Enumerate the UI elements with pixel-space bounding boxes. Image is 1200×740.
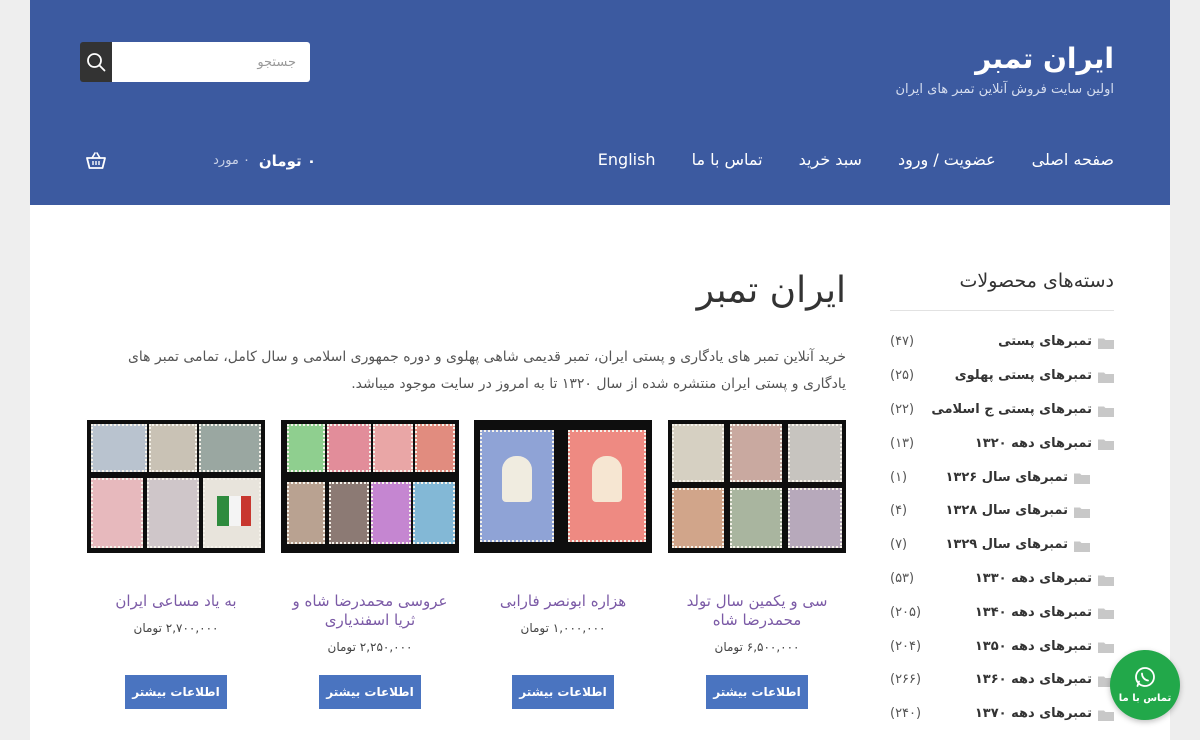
category-count: (۲۵): [890, 368, 915, 384]
category-count: (۱۳): [890, 435, 915, 451]
category-item[interactable]: (۲۶۶) تمبرهای دهه ۱۳۶۰: [890, 663, 1114, 697]
product-price: ۱,۰۰۰,۰۰۰ تومان: [520, 621, 606, 635]
search-button[interactable]: [80, 42, 112, 82]
product-image[interactable]: [668, 420, 846, 553]
category-label[interactable]: تمبرهای دهه ۱۳۵۰: [975, 639, 1092, 654]
product-card: به یاد مساعی ایران ۲,۷۰۰,۰۰۰ تومان اطلاع…: [87, 420, 265, 720]
folder-icon: [1098, 406, 1114, 417]
category-item[interactable]: (۱۳) تمبرهای دهه ۱۳۲۰: [890, 426, 1114, 460]
nav-english[interactable]: English: [598, 150, 656, 169]
category-count: (۵۳): [890, 570, 915, 586]
more-info-button[interactable]: اطلاعات بیشتر: [319, 675, 421, 709]
basket-icon[interactable]: [86, 152, 106, 170]
folder-icon: [1098, 575, 1114, 586]
category-item[interactable]: (۵۳) تمبرهای دهه ۱۳۳۰: [890, 562, 1114, 596]
nav-cart[interactable]: سبد خرید: [799, 150, 862, 169]
nav-login-register[interactable]: عضویت / ورود: [898, 150, 996, 169]
product-image[interactable]: [474, 420, 652, 553]
category-list: (۴۷) تمبرهای پستی (۲۵) تمبرهای پستی پهلو…: [890, 325, 1114, 731]
category-count: (۴۷): [890, 334, 915, 350]
folder-icon: [1098, 710, 1114, 721]
category-label[interactable]: تمبرهای دهه ۱۳۳۰: [975, 571, 1092, 586]
page-description: خرید آنلاین تمبر های یادگاری و پستی ایرا…: [127, 349, 846, 392]
category-label[interactable]: تمبرهای دهه ۱۳۶۰: [975, 672, 1092, 687]
category-count: (۲۴۰): [890, 706, 922, 722]
category-label[interactable]: تمبرهای پستی: [998, 334, 1092, 349]
category-count: (۱): [890, 469, 908, 485]
whatsapp-label: تماس با ما: [1118, 693, 1172, 704]
search-form: [80, 42, 310, 82]
product-title[interactable]: عروسی محمدرضا شاه و ثریا اسفندیاری: [281, 592, 459, 630]
folder-icon: [1074, 541, 1090, 552]
whatsapp-contact-button[interactable]: تماس با ما: [1110, 650, 1180, 720]
product-price: ۶,۵۰۰,۰۰۰ تومان: [714, 640, 800, 654]
category-item[interactable]: (۲۰۵) تمبرهای دهه ۱۳۴۰: [890, 595, 1114, 629]
site-title[interactable]: ایران تمبر: [975, 42, 1114, 75]
category-count: (۲۰۵): [890, 604, 922, 620]
sidebar-title: دسته‌های محصولات: [890, 270, 1114, 311]
search-icon: [87, 53, 106, 72]
folder-icon: [1098, 608, 1114, 620]
category-label[interactable]: تمبرهای سال ۱۳۲۹: [945, 537, 1068, 552]
category-count: (۷): [890, 537, 908, 553]
category-count: (۴): [890, 503, 908, 519]
product-card: عروسی محمدرضا شاه و ثریا اسفندیاری ۲,۲۵۰…: [281, 420, 459, 720]
product-price: ۲,۲۵۰,۰۰۰ تومان: [327, 640, 413, 654]
cart-count[interactable]: ۰ مورد: [213, 153, 250, 168]
product-image[interactable]: [281, 420, 459, 553]
subcategory-item[interactable]: (۱) تمبرهای سال ۱۳۲۶: [890, 460, 1114, 494]
product-card: هزاره ابونصر فارابی ۱,۰۰۰,۰۰۰ تومان اطلا…: [474, 420, 652, 720]
page: ایران تمبر اولین سایت فروش آنلاین تمبر ه…: [30, 0, 1170, 740]
folder-icon: [1098, 372, 1114, 383]
category-label[interactable]: تمبرهای دهه ۱۳۷۰: [975, 706, 1092, 721]
category-label[interactable]: تمبرهای پستی ج اسلامی: [931, 402, 1092, 417]
site-tagline: اولین سایت فروش آنلاین تمبر های ایران: [895, 82, 1114, 97]
product-price: ۲,۷۰۰,۰۰۰ تومان: [133, 621, 219, 635]
nav-contact[interactable]: تماس با ما: [692, 150, 763, 169]
header-cart[interactable]: ۰ تومان ۰ مورد: [86, 150, 316, 178]
folder-icon: [1098, 439, 1114, 451]
more-info-button[interactable]: اطلاعات بیشتر: [706, 675, 808, 709]
product-title[interactable]: به یاد مساعی ایران: [87, 592, 265, 611]
category-label[interactable]: تمبرهای پستی پهلوی: [955, 368, 1092, 383]
product-title[interactable]: هزاره ابونصر فارابی: [474, 592, 652, 611]
folder-icon: [1098, 338, 1114, 349]
category-item[interactable]: (۲۴۰) تمبرهای دهه ۱۳۷۰: [890, 697, 1114, 731]
category-count: (۲۰۴): [890, 638, 922, 654]
cart-amount[interactable]: ۰ تومان: [259, 152, 316, 170]
category-label[interactable]: تمبرهای سال ۱۳۲۶: [945, 470, 1068, 485]
main-nav: صفحه اصلی عضویت / ورود سبد خرید تماس با …: [598, 150, 1114, 169]
category-item[interactable]: (۲۲) تمبرهای پستی ج اسلامی: [890, 393, 1114, 427]
folder-icon: [1074, 473, 1090, 485]
product-image[interactable]: [87, 420, 265, 553]
whatsapp-icon: [1135, 667, 1155, 687]
category-label[interactable]: تمبرهای دهه ۱۳۴۰: [975, 605, 1092, 620]
subcategory-item[interactable]: (۴) تمبرهای سال ۱۳۲۸: [890, 494, 1114, 528]
site-header: ایران تمبر اولین سایت فروش آنلاین تمبر ه…: [30, 0, 1170, 205]
subcategory-item[interactable]: (۷) تمبرهای سال ۱۳۲۹: [890, 528, 1114, 562]
folder-icon: [1098, 642, 1114, 654]
category-count: (۲۶۶): [890, 672, 922, 688]
product-grid: به یاد مساعی ایران ۲,۷۰۰,۰۰۰ تومان اطلاع…: [87, 420, 847, 720]
folder-icon: [1074, 507, 1090, 518]
page-title: ایران تمبر: [696, 270, 846, 311]
product-title[interactable]: سی و یکمین سال تولد محمدرضا شاه: [668, 592, 846, 630]
more-info-button[interactable]: اطلاعات بیشتر: [125, 675, 227, 709]
category-item[interactable]: (۴۷) تمبرهای پستی: [890, 325, 1114, 359]
category-item[interactable]: (۲۰۴) تمبرهای دهه ۱۳۵۰: [890, 629, 1114, 663]
search-input[interactable]: [112, 42, 310, 82]
category-item[interactable]: (۲۵) تمبرهای پستی پهلوی: [890, 359, 1114, 393]
category-label[interactable]: تمبرهای سال ۱۳۲۸: [945, 503, 1068, 518]
sidebar: دسته‌های محصولات (۴۷) تمبرهای پستی (۲۵) …: [890, 270, 1114, 731]
nav-home[interactable]: صفحه اصلی: [1032, 150, 1114, 169]
category-count: (۲۲): [890, 401, 915, 417]
product-card: سی و یکمین سال تولد محمدرضا شاه ۶,۵۰۰,۰۰…: [668, 420, 846, 720]
category-label[interactable]: تمبرهای دهه ۱۳۲۰: [975, 436, 1092, 451]
more-info-button[interactable]: اطلاعات بیشتر: [512, 675, 614, 709]
